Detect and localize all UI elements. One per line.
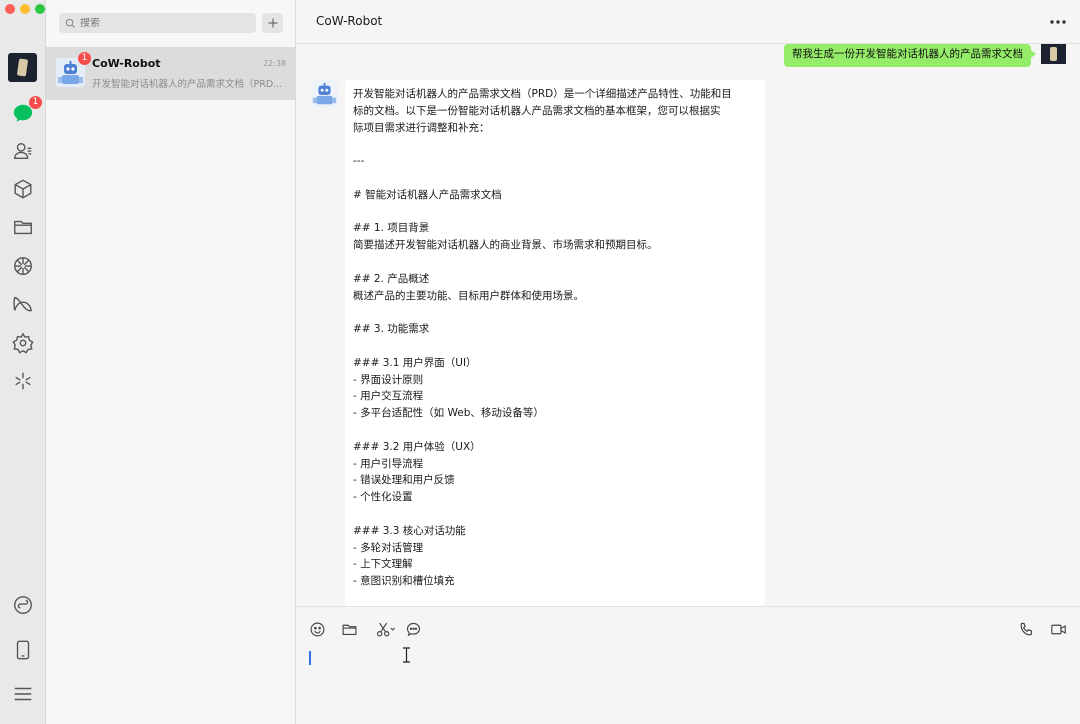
search-input[interactable]	[80, 17, 250, 29]
bot-message-line: 简要描述开发智能对话机器人的商业背景、市场需求和预期目标。	[353, 239, 658, 252]
phone-icon	[16, 640, 30, 660]
emoji-button[interactable]	[309, 620, 326, 638]
rail-phone-button[interactable]	[10, 637, 36, 663]
chat-header: CoW-Robot	[296, 0, 1080, 44]
bot-message-bubble[interactable]: 开发智能对话机器人的产品需求文档（PRD）是一个详细描述产品特性、功能和目 标的文…	[345, 80, 765, 606]
rail-contacts-button[interactable]	[10, 138, 36, 164]
video-camera-icon	[1051, 624, 1066, 634]
voice-call-button[interactable]	[1018, 620, 1035, 638]
mini-program-link-icon	[14, 596, 32, 614]
conversation-item-cow-robot[interactable]: 1 CoW-Robot 22:38 开发智能对话机器人的产品需求文档（PRD..…	[46, 47, 296, 100]
bot-message-line	[353, 170, 757, 187]
chat-unread-badge: 1	[29, 96, 42, 109]
more-dots-icon	[1050, 20, 1066, 24]
bot-message-line: - 界面设计原则	[353, 373, 424, 386]
window-controls	[5, 4, 45, 14]
bot-message-line: # 智能对话机器人产品需求文档	[353, 188, 502, 201]
bot-message-line	[353, 204, 757, 221]
bot-message-line: - 个性化设置	[353, 491, 413, 504]
bot-message-line	[353, 304, 757, 321]
bot-message-line: - 意图识别和槽位填充	[353, 575, 455, 588]
favorites-box-icon	[14, 179, 32, 199]
bot-avatar[interactable]	[311, 80, 338, 107]
search-sparkle-icon	[15, 372, 31, 390]
channels-icon	[13, 296, 33, 312]
rail-mini-programs-button[interactable]	[10, 330, 36, 356]
send-file-button[interactable]	[341, 620, 358, 638]
bot-message-line: ### 3.1 用户界面（UI）	[353, 356, 477, 369]
rail-files-button[interactable]	[10, 214, 36, 240]
folder-icon	[14, 220, 32, 235]
bot-message-line	[353, 506, 757, 523]
nav-rail: 1	[0, 0, 46, 724]
chat-history-button[interactable]	[405, 620, 422, 638]
bot-message-line: 际项目需求进行调整和补充：	[353, 121, 490, 134]
search-box[interactable]	[59, 13, 256, 33]
chat-panel: CoW-Robot 帮我生成一份开发智能对话机器人的产品需求文档 开发智能对话机…	[296, 0, 1080, 724]
contacts-icon	[14, 142, 32, 160]
rail-moments-button[interactable]	[10, 253, 36, 279]
rail-channels-button[interactable]	[10, 291, 36, 317]
bot-message-line: 标的文档。以下是一份智能对话机器人产品需求文档的基本框架，您可以根据实	[353, 104, 721, 117]
chat-title: CoW-Robot	[316, 14, 383, 28]
video-call-button[interactable]	[1050, 620, 1067, 638]
minimize-window-button[interactable]	[20, 4, 30, 14]
bot-message-line: ## 1. 项目背景	[353, 222, 430, 235]
rail-favorites-button[interactable]	[10, 176, 36, 202]
bot-message-line: - 用户引导流程	[353, 457, 424, 470]
scissors-icon	[376, 622, 395, 636]
search-icon	[65, 18, 76, 28]
more-options-button[interactable]	[1048, 13, 1068, 31]
bot-message-line: - 多轮对话管理	[353, 541, 424, 554]
message-input-area	[296, 606, 1080, 724]
close-window-button[interactable]	[5, 4, 15, 14]
bot-message-line	[353, 338, 757, 355]
conversation-time: 22:38	[262, 59, 286, 68]
conversation-name: CoW-Robot	[92, 57, 161, 70]
conversation-unread-badge: 1	[78, 52, 91, 65]
bot-message-line: - 上下文理解	[353, 558, 413, 571]
folder-icon	[342, 624, 357, 635]
bot-message-line: ## 3. 功能需求	[353, 323, 430, 336]
bot-message-line: - 用户交互流程	[353, 390, 424, 403]
speech-bubble-icon	[406, 622, 421, 636]
ibeam-cursor-icon	[403, 647, 410, 663]
text-caret	[309, 651, 311, 665]
bot-message-line	[353, 422, 757, 439]
my-avatar[interactable]	[8, 53, 37, 82]
user-avatar[interactable]	[1041, 44, 1066, 64]
bot-message-line: 概述产品的主要功能、目标用户群体和使用场景。	[353, 289, 584, 302]
rail-mini-program-link-button[interactable]	[10, 592, 36, 618]
robot-icon	[311, 80, 338, 107]
conversation-list-panel: 1 CoW-Robot 22:38 开发智能对话机器人的产品需求文档（PRD..…	[46, 0, 296, 724]
message-input[interactable]	[308, 647, 1068, 717]
bot-message-line	[353, 136, 757, 153]
rail-search-button[interactable]	[10, 368, 36, 394]
add-button[interactable]	[262, 13, 283, 33]
screenshot-button[interactable]	[373, 620, 399, 638]
maximize-window-button[interactable]	[35, 4, 45, 14]
bot-message-line: ## 2. 产品概述	[353, 272, 430, 285]
plus-icon	[268, 18, 277, 28]
bot-message-line: ### 3.3 核心对话功能	[353, 524, 466, 537]
rail-chats-button[interactable]: 1	[10, 96, 42, 126]
rail-menu-button[interactable]	[10, 681, 36, 707]
bot-message-line: ---	[353, 155, 365, 168]
phone-call-icon	[1020, 622, 1033, 635]
emoji-icon	[310, 622, 325, 636]
user-message-bubble[interactable]: 帮我生成一份开发智能对话机器人的产品需求文档	[784, 44, 1036, 67]
bot-message-line: - 多平台适配性（如 Web、移动设备等）	[353, 407, 544, 420]
bot-message-line: - 错误处理和用户反馈	[353, 474, 455, 487]
bot-message-line: 开发智能对话机器人的产品需求文档（PRD）是一个详细描述产品特性、功能和目	[353, 88, 732, 100]
bot-message-line	[353, 254, 757, 271]
moments-icon	[14, 257, 32, 275]
menu-icon	[14, 687, 32, 701]
bot-message-line: ### 3.2 用户体验（UX）	[353, 440, 481, 453]
mini-programs-icon	[12, 332, 34, 354]
conversation-preview: 开发智能对话机器人的产品需求文档（PRD...	[92, 79, 283, 90]
